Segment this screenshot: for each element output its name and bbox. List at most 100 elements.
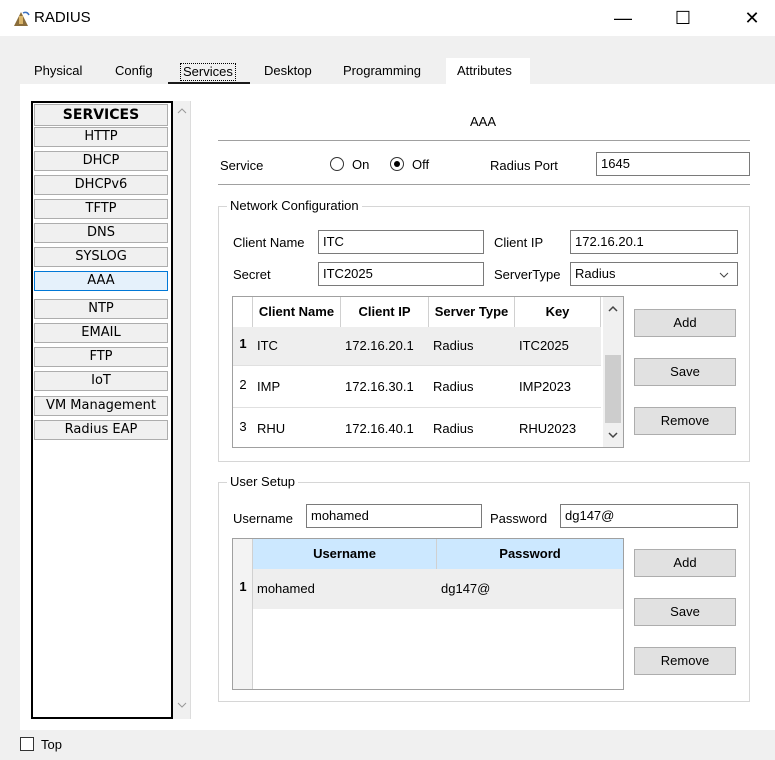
cell-username: mohamed xyxy=(257,581,315,596)
add-user-button[interactable]: Add xyxy=(634,549,736,577)
cell-client-ip: 172.16.20.1 xyxy=(345,338,414,353)
tab-physical[interactable]: Physical xyxy=(34,58,82,84)
table-row[interactable]: 1 ITC 172.16.20.1 Radius ITC2025 xyxy=(233,327,601,365)
scrollbar-thumb[interactable] xyxy=(605,355,621,423)
radius-app-icon xyxy=(14,11,30,26)
scroll-up-icon[interactable] xyxy=(177,107,187,115)
table-row[interactable]: mohamed dg147@ xyxy=(253,569,623,609)
save-client-button[interactable]: Save xyxy=(634,358,736,386)
service-item-dns[interactable]: DNS xyxy=(34,223,168,243)
user-setup-title: User Setup xyxy=(227,474,299,489)
service-off-radio[interactable] xyxy=(390,157,404,171)
table-header-num xyxy=(233,297,253,327)
service-item-ftp[interactable]: FTP xyxy=(34,347,168,367)
server-type-value: Radius xyxy=(575,266,616,281)
column-header-server-type[interactable]: Server Type xyxy=(429,297,515,327)
service-item-tftp[interactable]: TFTP xyxy=(34,199,168,219)
service-item-syslog[interactable]: SYSLOG xyxy=(34,247,168,267)
username-input[interactable]: mohamed xyxy=(306,504,482,528)
password-input[interactable]: dg147@ xyxy=(560,504,738,528)
column-header-client-name[interactable]: Client Name xyxy=(253,297,341,327)
secret-label: Secret xyxy=(233,267,271,282)
table-row[interactable]: 3 RHU 172.16.40.1 Radius RHU2023 xyxy=(233,407,601,447)
service-item-aaa[interactable]: AAA xyxy=(34,271,168,291)
cell-key: RHU2023 xyxy=(519,421,577,436)
secret-input[interactable]: ITC2025 xyxy=(318,262,484,286)
cell-password: dg147@ xyxy=(441,581,491,596)
maximize-button[interactable]: ☐ xyxy=(660,0,706,36)
network-config-title: Network Configuration xyxy=(227,198,362,213)
save-user-button[interactable]: Save xyxy=(634,598,736,626)
cell-server-type: Radius xyxy=(433,379,474,394)
tab-attributes[interactable]: Attributes xyxy=(457,58,512,84)
cell-client-ip: 172.16.40.1 xyxy=(345,421,414,436)
cell-key: IMP2023 xyxy=(519,379,572,394)
column-header-username[interactable]: Username xyxy=(253,539,437,569)
services-scrollbar[interactable] xyxy=(173,101,191,719)
row-number: 1 xyxy=(239,336,247,351)
users-table: Username Password mohamed dg147@ 1 xyxy=(232,538,624,690)
cell-server-type: Radius xyxy=(433,338,474,353)
radius-port-label: Radius Port xyxy=(490,158,558,173)
radius-port-input[interactable]: 1645 xyxy=(596,152,750,176)
client-ip-input[interactable]: 172.16.20.1 xyxy=(570,230,738,254)
client-ip-label: Client IP xyxy=(494,235,544,250)
cell-client-name: IMP xyxy=(257,379,281,394)
service-item-http[interactable]: HTTP xyxy=(34,127,168,147)
cell-client-name: RHU xyxy=(257,421,286,436)
services-header: SERVICES xyxy=(34,104,168,126)
row-header-column xyxy=(233,539,253,689)
row-number: 3 xyxy=(239,419,247,434)
aaa-title: AAA xyxy=(470,114,497,129)
service-item-dhcp[interactable]: DHCP xyxy=(34,151,168,171)
scroll-down-icon[interactable] xyxy=(608,431,618,439)
tab-bar: Physical Config Services Desktop Program… xyxy=(0,58,775,84)
aaa-divider-top xyxy=(218,140,750,141)
service-on-radio[interactable] xyxy=(330,157,344,171)
service-item-radius-eap[interactable]: Radius EAP xyxy=(34,420,168,440)
tab-config[interactable]: Config xyxy=(115,58,153,84)
top-checkbox-label: Top xyxy=(41,737,62,752)
chevron-down-icon xyxy=(719,272,729,278)
window-title: RADIUS xyxy=(34,9,91,26)
row-number: 1 xyxy=(239,579,247,594)
title-bar xyxy=(0,0,775,36)
column-header-client-ip[interactable]: Client IP xyxy=(341,297,429,327)
service-item-vm-management[interactable]: VM Management xyxy=(34,396,168,416)
tab-programming[interactable]: Programming xyxy=(343,58,421,84)
close-button[interactable]: ✕ xyxy=(729,0,775,36)
tab-desktop[interactable]: Desktop xyxy=(264,58,312,84)
add-client-button[interactable]: Add xyxy=(634,309,736,337)
cell-server-type: Radius xyxy=(433,421,474,436)
aaa-divider-bottom xyxy=(218,184,750,185)
service-item-dhcpv6[interactable]: DHCPv6 xyxy=(34,175,168,195)
server-type-label: ServerType xyxy=(494,267,561,282)
remove-user-button[interactable]: Remove xyxy=(634,647,736,675)
row-number: 2 xyxy=(239,377,247,392)
service-off-label: Off xyxy=(412,157,430,172)
password-label: Password xyxy=(490,511,548,526)
service-item-ntp[interactable]: NTP xyxy=(34,299,168,319)
service-item-iot[interactable]: IoT xyxy=(34,371,168,391)
scroll-down-icon[interactable] xyxy=(177,701,187,709)
service-item-email[interactable]: EMAIL xyxy=(34,323,168,343)
tab-services[interactable]: Services xyxy=(180,63,236,81)
cell-client-name: ITC xyxy=(257,338,278,353)
client-name-label: Client Name xyxy=(233,235,305,250)
clients-table: Client Name Client IP Server Type Key 1 … xyxy=(232,296,624,448)
column-header-password[interactable]: Password xyxy=(437,539,623,569)
server-type-select[interactable]: Radius xyxy=(570,262,738,286)
cell-client-ip: 172.16.30.1 xyxy=(345,379,414,394)
client-name-input[interactable]: ITC xyxy=(318,230,484,254)
scroll-up-icon[interactable] xyxy=(608,305,618,313)
clients-table-scrollbar[interactable] xyxy=(603,297,623,447)
username-label: Username xyxy=(233,511,293,526)
column-header-key[interactable]: Key xyxy=(515,297,601,327)
service-label: Service xyxy=(220,158,264,173)
minimize-button[interactable]: — xyxy=(600,0,646,36)
table-row[interactable]: 2 IMP 172.16.30.1 Radius IMP2023 xyxy=(233,365,601,407)
service-on-label: On xyxy=(352,157,370,172)
top-checkbox[interactable] xyxy=(20,737,34,751)
cell-key: ITC2025 xyxy=(519,338,569,353)
remove-client-button[interactable]: Remove xyxy=(634,407,736,435)
